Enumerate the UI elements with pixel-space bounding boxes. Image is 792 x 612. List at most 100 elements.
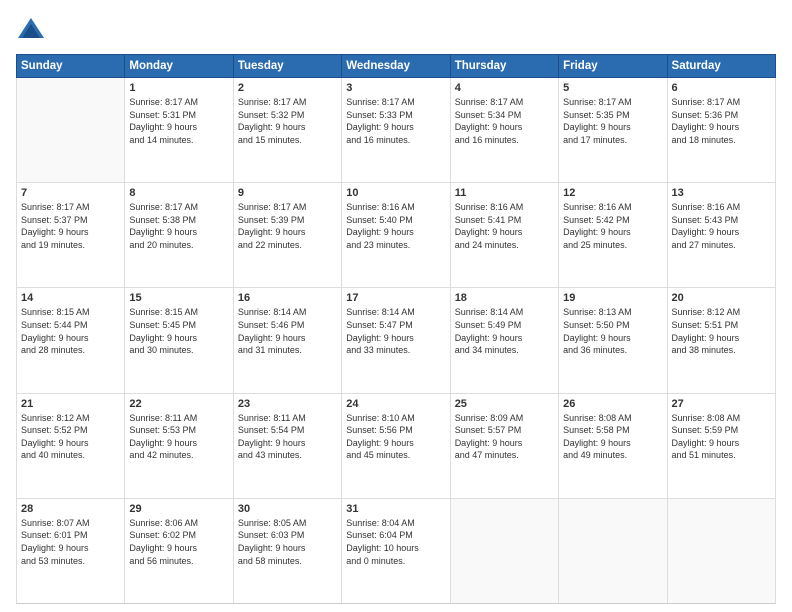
day-number: 11 (455, 187, 554, 199)
calendar-cell: 15 Sunrise: 8:15 AMSunset: 5:45 PMDayligh… (125, 288, 233, 393)
day-info: Sunrise: 8:14 AMSunset: 5:47 PMDaylight:… (346, 306, 445, 356)
day-info: Sunrise: 8:12 AMSunset: 5:51 PMDaylight:… (672, 306, 771, 356)
calendar-cell (667, 498, 775, 603)
calendar-cell: 3 Sunrise: 8:17 AMSunset: 5:33 PMDaylight… (342, 78, 450, 183)
calendar-cell: 22 Sunrise: 8:11 AMSunset: 5:53 PMDayligh… (125, 393, 233, 498)
day-info: Sunrise: 8:08 AMSunset: 5:58 PMDaylight:… (563, 412, 662, 462)
day-info: Sunrise: 8:16 AMSunset: 5:43 PMDaylight:… (672, 201, 771, 251)
day-number: 8 (129, 187, 228, 199)
weekday-header: Thursday (450, 55, 558, 78)
calendar-cell: 11Sunrise: 8:16 AMSunset: 5:41 PMDayligh… (450, 183, 558, 288)
calendar-cell: 9 Sunrise: 8:17 AMSunset: 5:39 PMDaylight… (233, 183, 341, 288)
calendar: SundayMondayTuesdayWednesdayThursdayFrid… (16, 54, 776, 604)
day-info: Sunrise: 8:17 AMSunset: 5:36 PMDaylight:… (672, 96, 771, 146)
day-number: 27 (672, 398, 771, 410)
day-info: Sunrise: 8:10 AMSunset: 5:56 PMDaylight:… (346, 412, 445, 462)
day-info: Sunrise: 8:17 AMSunset: 5:31 PMDaylight:… (129, 96, 228, 146)
day-number: 19 (563, 292, 662, 304)
day-info: Sunrise: 8:11 AMSunset: 5:54 PMDaylight:… (238, 412, 337, 462)
day-number: 26 (563, 398, 662, 410)
calendar-cell: 1Sunrise: 8:17 AMSunset: 5:31 PMDaylight… (125, 78, 233, 183)
calendar-cell: 2 Sunrise: 8:17 AMSunset: 5:32 PMDaylight… (233, 78, 341, 183)
day-number: 2 (238, 82, 337, 94)
calendar-cell (450, 498, 558, 603)
day-info: Sunrise: 8:05 AMSunset: 6:03 PMDaylight:… (238, 517, 337, 567)
day-number: 14 (21, 292, 120, 304)
calendar-cell: 14 Sunrise: 8:15 AMSunset: 5:44 PMDayligh… (17, 288, 125, 393)
day-info: Sunrise: 8:15 AMSunset: 5:44 PMDaylight:… (21, 306, 120, 356)
calendar-cell: 23 Sunrise: 8:11 AMSunset: 5:54 PMDayligh… (233, 393, 341, 498)
day-info: Sunrise: 8:04 AMSunset: 6:04 PMDaylight:… (346, 517, 445, 567)
day-info: Sunrise: 8:17 AMSunset: 5:39 PMDaylight:… (238, 201, 337, 251)
calendar-cell: 10 Sunrise: 8:16 AMSunset: 5:40 PMDayligh… (342, 183, 450, 288)
day-info: Sunrise: 8:15 AMSunset: 5:45 PMDaylight:… (129, 306, 228, 356)
calendar-week-row: 21Sunrise: 8:12 AMSunset: 5:52 PMDayligh… (17, 393, 776, 498)
calendar-cell: 30 Sunrise: 8:05 AMSunset: 6:03 PMDayligh… (233, 498, 341, 603)
day-info: Sunrise: 8:14 AMSunset: 5:49 PMDaylight:… (455, 306, 554, 356)
calendar-cell: 5Sunrise: 8:17 AMSunset: 5:35 PMDaylight… (559, 78, 667, 183)
day-info: Sunrise: 8:16 AMSunset: 5:40 PMDaylight:… (346, 201, 445, 251)
calendar-cell: 7 Sunrise: 8:17 AMSunset: 5:37 PMDaylight… (17, 183, 125, 288)
calendar-cell: 27 Sunrise: 8:08 AMSunset: 5:59 PMDayligh… (667, 393, 775, 498)
day-number: 17 (346, 292, 445, 304)
day-info: Sunrise: 8:11 AMSunset: 5:53 PMDaylight:… (129, 412, 228, 462)
day-number: 13 (672, 187, 771, 199)
day-info: Sunrise: 8:17 AMSunset: 5:32 PMDaylight:… (238, 96, 337, 146)
day-info: Sunrise: 8:14 AMSunset: 5:46 PMDaylight:… (238, 306, 337, 356)
calendar-cell: 17 Sunrise: 8:14 AMSunset: 5:47 PMDayligh… (342, 288, 450, 393)
day-info: Sunrise: 8:17 AMSunset: 5:34 PMDaylight:… (455, 96, 554, 146)
calendar-cell (17, 78, 125, 183)
weekday-header: Friday (559, 55, 667, 78)
day-number: 24 (346, 398, 445, 410)
calendar-cell: 19Sunrise: 8:13 AMSunset: 5:50 PMDayligh… (559, 288, 667, 393)
calendar-cell: 26 Sunrise: 8:08 AMSunset: 5:58 PMDayligh… (559, 393, 667, 498)
calendar-cell: 12Sunrise: 8:16 AMSunset: 5:42 PMDayligh… (559, 183, 667, 288)
day-number: 30 (238, 503, 337, 515)
logo-icon (16, 16, 46, 46)
day-number: 12 (563, 187, 662, 199)
day-info: Sunrise: 8:08 AMSunset: 5:59 PMDaylight:… (672, 412, 771, 462)
day-number: 9 (238, 187, 337, 199)
calendar-cell: 29 Sunrise: 8:06 AMSunset: 6:02 PMDayligh… (125, 498, 233, 603)
calendar-week-row: 7 Sunrise: 8:17 AMSunset: 5:37 PMDaylight… (17, 183, 776, 288)
calendar-cell: 24 Sunrise: 8:10 AMSunset: 5:56 PMDayligh… (342, 393, 450, 498)
calendar-cell: 25 Sunrise: 8:09 AMSunset: 5:57 PMDayligh… (450, 393, 558, 498)
calendar-cell: 4Sunrise: 8:17 AMSunset: 5:34 PMDaylight… (450, 78, 558, 183)
day-number: 28 (21, 503, 120, 515)
day-number: 22 (129, 398, 228, 410)
calendar-cell: 6 Sunrise: 8:17 AMSunset: 5:36 PMDaylight… (667, 78, 775, 183)
day-info: Sunrise: 8:09 AMSunset: 5:57 PMDaylight:… (455, 412, 554, 462)
calendar-cell: 8 Sunrise: 8:17 AMSunset: 5:38 PMDaylight… (125, 183, 233, 288)
day-info: Sunrise: 8:17 AMSunset: 5:33 PMDaylight:… (346, 96, 445, 146)
weekday-header: Monday (125, 55, 233, 78)
page: SundayMondayTuesdayWednesdayThursdayFrid… (0, 0, 792, 612)
calendar-cell: 20Sunrise: 8:12 AMSunset: 5:51 PMDayligh… (667, 288, 775, 393)
day-number: 18 (455, 292, 554, 304)
weekday-header: Wednesday (342, 55, 450, 78)
day-number: 10 (346, 187, 445, 199)
calendar-week-row: 28 Sunrise: 8:07 AMSunset: 6:01 PMDayligh… (17, 498, 776, 603)
day-number: 15 (129, 292, 228, 304)
weekday-header: Tuesday (233, 55, 341, 78)
calendar-week-row: 1Sunrise: 8:17 AMSunset: 5:31 PMDaylight… (17, 78, 776, 183)
day-number: 6 (672, 82, 771, 94)
day-number: 23 (238, 398, 337, 410)
day-number: 25 (455, 398, 554, 410)
day-number: 3 (346, 82, 445, 94)
day-number: 7 (21, 187, 120, 199)
weekday-header: Sunday (17, 55, 125, 78)
day-number: 5 (563, 82, 662, 94)
calendar-cell: 18 Sunrise: 8:14 AMSunset: 5:49 PMDayligh… (450, 288, 558, 393)
day-info: Sunrise: 8:17 AMSunset: 5:38 PMDaylight:… (129, 201, 228, 251)
day-info: Sunrise: 8:06 AMSunset: 6:02 PMDaylight:… (129, 517, 228, 567)
day-info: Sunrise: 8:07 AMSunset: 6:01 PMDaylight:… (21, 517, 120, 567)
calendar-cell (559, 498, 667, 603)
weekday-header-row: SundayMondayTuesdayWednesdayThursdayFrid… (17, 55, 776, 78)
header (16, 16, 776, 46)
day-number: 21 (21, 398, 120, 410)
day-number: 29 (129, 503, 228, 515)
calendar-cell: 16Sunrise: 8:14 AMSunset: 5:46 PMDayligh… (233, 288, 341, 393)
calendar-week-row: 14 Sunrise: 8:15 AMSunset: 5:44 PMDayligh… (17, 288, 776, 393)
day-info: Sunrise: 8:17 AMSunset: 5:37 PMDaylight:… (21, 201, 120, 251)
calendar-cell: 21Sunrise: 8:12 AMSunset: 5:52 PMDayligh… (17, 393, 125, 498)
